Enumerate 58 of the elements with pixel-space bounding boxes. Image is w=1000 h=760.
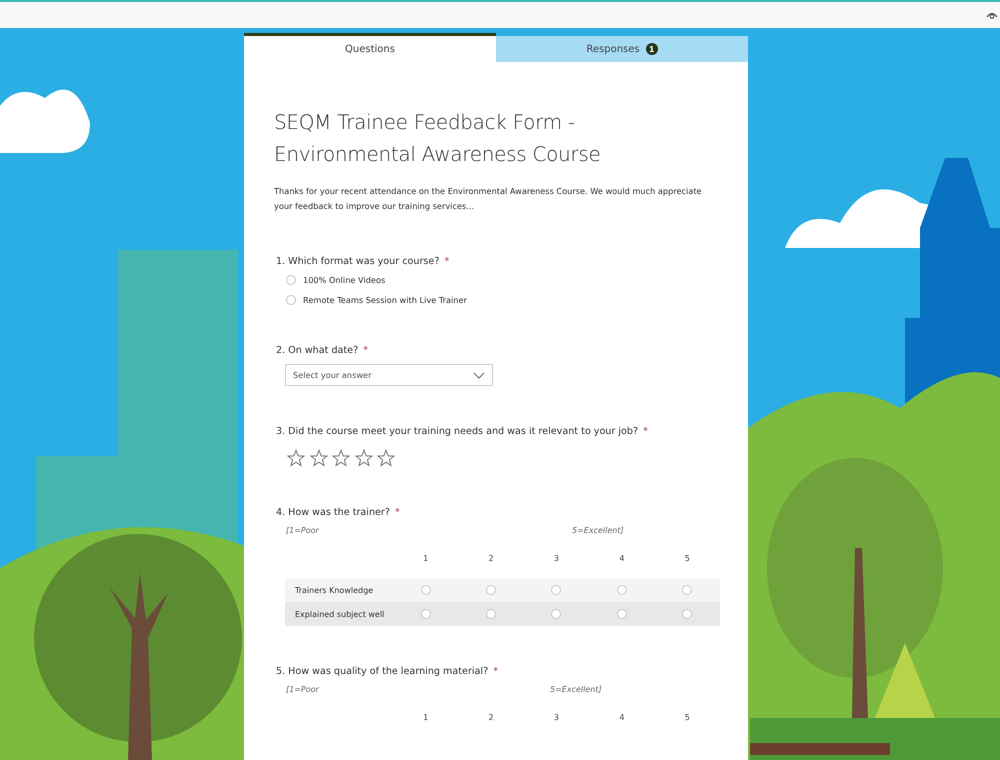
column-header: 2 (488, 554, 495, 565)
radio-button[interactable] (420, 609, 431, 619)
radio-button[interactable] (682, 585, 692, 595)
question-number: 5. (276, 666, 286, 677)
required-mark: * (643, 426, 648, 437)
count-badge: 1 (646, 43, 658, 55)
question-number: 1. (276, 256, 286, 267)
required-mark: * (444, 256, 450, 267)
radio-button[interactable] (486, 585, 496, 595)
question-number: 4. (276, 507, 286, 518)
column-header: 4 (618, 713, 626, 724)
column-header: 5 (684, 713, 691, 724)
column-header: 2 (488, 713, 495, 724)
form-description: Thanks for your recent attendance on the Environmental Awareness Course. We would much appreciate your feedback to improve our training services... (274, 185, 703, 213)
column-header: 3 (552, 554, 560, 565)
question-text: How was quality of the learning material? (288, 666, 488, 677)
radio-button[interactable] (486, 609, 496, 619)
question-text: On what date? (288, 345, 358, 356)
row-label: Trainers Knowledge (294, 586, 374, 594)
star-icon[interactable] (287, 449, 305, 467)
radio-button[interactable] (616, 609, 627, 619)
option-label: Remote Teams Session with Live Trainer (303, 295, 467, 305)
column-header: 3 (552, 713, 560, 724)
scale-label: [1=Poor (286, 526, 319, 535)
question-number: 2. (276, 345, 286, 356)
row-label: Explained subject well (294, 610, 386, 618)
tab[interactable]: Responses 1 (496, 36, 748, 62)
required-mark: * (493, 666, 498, 677)
scale-label: 5=Excellent] (572, 526, 624, 535)
star-icon[interactable] (310, 449, 328, 467)
question-text: Which format was your course? (288, 256, 440, 267)
required-mark: * (363, 345, 368, 356)
question-text: Did the course meet your training needs and was it relevant to your job? (288, 426, 638, 437)
column-header: 4 (618, 554, 626, 565)
star-icon[interactable] (354, 449, 372, 467)
scale-label: [1=Poor (286, 685, 319, 694)
column-header: 1 (422, 554, 430, 565)
column-header: 5 (684, 554, 691, 565)
required-mark: * (394, 507, 400, 518)
star-icon[interactable] (332, 449, 350, 467)
radio-button[interactable] (420, 585, 431, 595)
column-header: 1 (422, 713, 430, 724)
eye-icon[interactable] (986, 10, 998, 20)
chevron-down-icon (473, 372, 485, 378)
radio-button[interactable] (682, 609, 692, 619)
star-icon[interactable] (377, 449, 395, 467)
question-text: How was the trainer? (288, 507, 390, 518)
option-label: 100% Online Videos (303, 275, 386, 285)
radio-button[interactable] (551, 609, 562, 619)
scale-label: 5=Excellent] (550, 685, 602, 694)
radio-button[interactable] (286, 275, 296, 285)
tab[interactable]: Questions (244, 33, 496, 62)
form-title: SEQM Trainee Feedback Form - Environmental Awareness Course (274, 109, 602, 168)
question-number: 3. (276, 426, 286, 437)
dropdown-field[interactable]: Select your answer (285, 364, 493, 386)
radio-button[interactable] (551, 585, 562, 595)
radio-button[interactable] (286, 295, 296, 305)
radio-button[interactable] (616, 585, 627, 595)
